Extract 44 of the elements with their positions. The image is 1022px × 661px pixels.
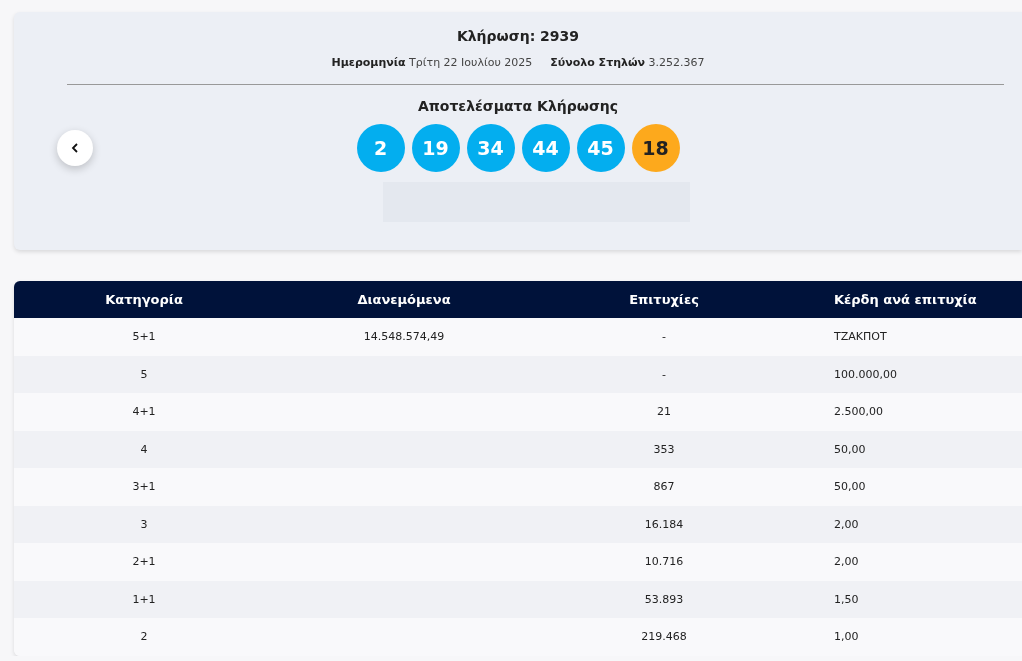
table-cell: 219.468 — [641, 630, 687, 644]
table-cell: 50,00 — [834, 442, 866, 456]
table-cell: 1+1 — [132, 592, 156, 606]
table-cell: 3 — [140, 517, 148, 531]
table-cell: - — [662, 367, 666, 381]
table-cell: 4+1 — [132, 405, 156, 419]
table-cell: 2.500,00 — [834, 405, 883, 419]
draw-title: Κλήρωση: 2939 — [455, 28, 581, 44]
table-cell: - — [662, 330, 666, 344]
table-cell: ΤΖΑΚΠΟΤ — [834, 330, 887, 344]
number-ball: 44 — [521, 124, 570, 172]
chevron-left-icon — [71, 143, 79, 153]
table-cell: 100.000,00 — [834, 367, 897, 381]
table-cell: 867 — [653, 480, 675, 494]
number-ball: 34 — [466, 124, 515, 172]
table-cell: 353 — [653, 442, 675, 456]
previous-button[interactable] — [57, 130, 93, 166]
table-cell: 5+1 — [132, 330, 156, 344]
number-ball: 18 — [631, 124, 680, 172]
table-cell: 4 — [140, 442, 148, 456]
column-header: Επιτυχίες — [628, 292, 700, 307]
table-cell: 2,00 — [834, 555, 859, 569]
column-header: Διανεμόμενα — [356, 292, 452, 307]
column-header: Κέρδη ανά επιτυχία — [833, 292, 978, 307]
table-cell: 16.184 — [644, 517, 684, 531]
number-ball: 45 — [576, 124, 625, 172]
table-cell: 2 — [140, 630, 148, 644]
table-cell: 1,00 — [834, 630, 859, 644]
table-cell: 1,50 — [834, 592, 859, 606]
column-header: Κατηγορία — [104, 292, 184, 307]
results-title: Αποτελέσματα Κλήρωσης — [416, 98, 620, 114]
total-columns: Σύνολο Στηλών 3.252.367 — [550, 56, 705, 69]
table-cell: 2+1 — [132, 555, 156, 569]
number-ball: 19 — [411, 124, 460, 172]
number-ball: 2 — [356, 124, 405, 172]
table-cell: 53.893 — [644, 592, 684, 606]
table-cell: 50,00 — [834, 480, 866, 494]
table-cell: 10.716 — [644, 555, 684, 569]
draw-date: Ημερομηνία Τρίτη 22 Ιουλίου 2025 — [331, 56, 533, 69]
table-cell: 21 — [657, 405, 671, 419]
table-cell: 2,00 — [834, 517, 859, 531]
table-cell: 3+1 — [132, 480, 156, 494]
table-cell: 5 — [140, 367, 148, 381]
table-cell: 14.548.574,49 — [363, 330, 445, 344]
